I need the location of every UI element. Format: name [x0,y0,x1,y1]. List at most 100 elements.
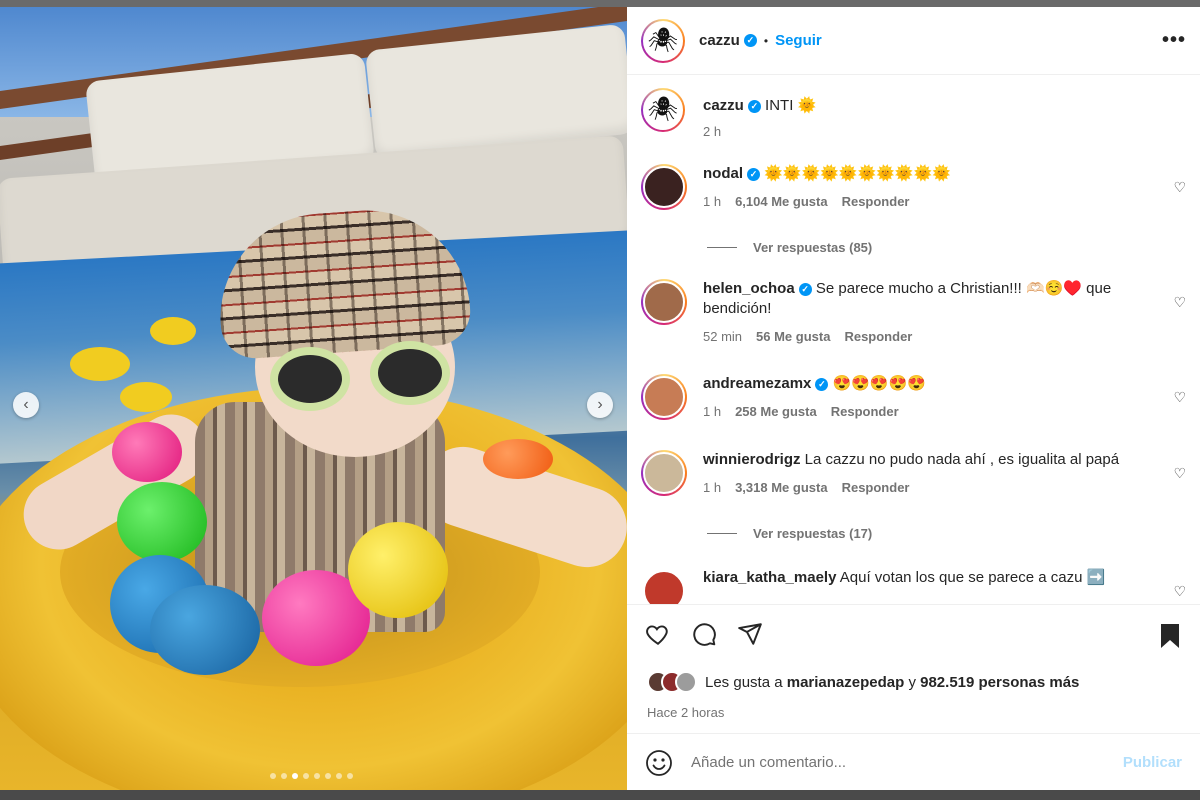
verified-badge-icon: ✓ [815,377,829,391]
carousel-indicator [270,773,353,779]
comment-likes[interactable]: 6,104 Me gusta [735,192,828,212]
header-separator: • [763,33,769,48]
comment-username[interactable]: helen_ochoa [703,280,795,297]
heart-icon[interactable]: ♡ [1173,583,1186,600]
carousel-dot [336,773,342,779]
bookmark-icon[interactable] [1158,623,1182,649]
carousel-dot [292,773,298,779]
heart-icon[interactable]: ♡ [1173,465,1186,482]
post-side-panel: 🕷 cazzu ✓ • Seguir ••• 🕷 cazzu ✓ INTI 🌞 2… [627,7,1200,790]
comment-body: winnierodrigz La cazzu no pudo nada ahí … [703,450,1143,498]
carousel-dot [281,773,287,779]
photo-lens [370,341,450,405]
publish-button[interactable]: Publicar [1123,754,1182,771]
commenter-avatar[interactable] [641,568,687,604]
caption-text: INTI 🌞 [765,97,817,114]
likes-text: Les gusta a marianazepedap y 982.519 per… [705,674,1079,691]
likes-count[interactable]: 982.519 personas más [920,674,1079,691]
share-icon[interactable] [737,621,763,647]
verified-badge-icon: ✓ [798,282,812,296]
comment-icon[interactable] [691,621,717,647]
likes-summary: Les gusta a marianazepedap y 982.519 per… [647,671,1079,693]
comment-text: La cazzu no pudo nada ahí , es igualita … [804,451,1120,468]
post-photo[interactable]: ‹ › [0,7,627,790]
comment-body: nodal ✓ 🌞🌞🌞🌞🌞🌞🌞🌞🌞🌞 1 h 6,104 Me gusta Res… [703,164,1143,212]
caption-body: cazzu ✓ INTI 🌞 2 h [703,96,816,139]
comment-item: nodal ✓ 🌞🌞🌞🌞🌞🌞🌞🌞🌞🌞 1 h 6,104 Me gusta Res… [641,164,1186,212]
comment-body: andreamezamx ✓ 😍😍😍😍😍 1 h 258 Me gusta Res… [703,374,1143,422]
photo-fish [150,317,196,345]
posted-time: Hace 2 horas [647,705,725,720]
heart-icon[interactable] [645,621,671,647]
comment-time: 1 h [703,404,722,419]
reply-button[interactable]: Responder [844,327,912,347]
post-caption: 🕷 cazzu ✓ INTI 🌞 2 h [641,88,816,139]
bottom-strip [0,790,1200,800]
view-replies-button[interactable]: Ver respuestas (17) [707,526,872,541]
view-replies-button[interactable]: Ver respuestas (85) [707,240,872,255]
comment-meta: 1 h 3,318 Me gusta Responder [703,478,1143,498]
top-strip [0,0,1200,7]
comment-username[interactable]: kiara_katha_maely [703,569,836,586]
emoji-icon[interactable] [645,749,673,777]
spider-avatar-icon: 🕷 [647,26,679,54]
photo-ball [348,522,448,618]
commenter-avatar[interactable] [641,164,687,210]
more-options-icon[interactable]: ••• [1162,29,1186,52]
comment-item: winnierodrigz La cazzu no pudo nada ahí … [641,450,1186,498]
carousel-prev-button[interactable]: ‹ [13,392,39,418]
comment-meta: 52 min 56 Me gusta Responder [703,327,1143,347]
author-username[interactable]: cazzu [699,32,740,49]
photo-ball [112,422,182,482]
comment-likes[interactable]: 258 Me gusta [735,402,817,422]
likes-user[interactable]: marianazepedap [787,674,905,691]
likes-prefix: Les gusta a [705,673,783,691]
comment-body: kiara_katha_maely Aquí votan los que se … [703,568,1143,604]
comment-item: andreamezamx ✓ 😍😍😍😍😍 1 h 258 Me gusta Res… [641,374,1186,422]
comment-meta: 1 h 6,104 Me gusta Responder [703,192,1143,212]
author-avatar[interactable]: 🕷 [641,18,685,63]
add-comment-bar: Publicar [627,733,1200,791]
carousel-dot [270,773,276,779]
commenter-avatar[interactable] [641,279,687,325]
chevron-right-icon: › [597,396,603,413]
heart-icon[interactable]: ♡ [1173,294,1186,311]
comments-list[interactable]: 🕷 cazzu ✓ INTI 🌞 2 h nodal ✓ 🌞🌞🌞🌞🌞🌞🌞🌞🌞🌞 1 … [627,76,1200,604]
carousel-dot [325,773,331,779]
carousel-next-button[interactable]: › [587,392,613,418]
liker-avatar[interactable] [675,671,697,693]
verified-badge-icon: ✓ [747,167,760,181]
comment-username[interactable]: winnierodrigz [703,451,801,468]
comment-likes[interactable]: 56 Me gusta [756,327,830,347]
comment-username[interactable]: andreamezamx [703,375,811,392]
comment-item: helen_ochoa ✓ Se parece mucho a Christian… [641,279,1186,347]
comment-body: helen_ochoa ✓ Se parece mucho a Christian… [703,279,1143,347]
heart-icon[interactable]: ♡ [1173,179,1186,196]
comment-username[interactable]: nodal [703,165,743,182]
commenter-avatar[interactable] [641,374,687,420]
comment-time: 1 h [703,480,722,495]
verified-badge-icon: ✓ [743,34,757,47]
spider-avatar-icon: 🕷 [647,96,679,123]
action-icons [645,621,763,647]
comment-input[interactable] [691,754,1091,771]
follow-button[interactable]: Seguir [775,32,822,49]
reply-button[interactable]: Responder [831,402,899,422]
carousel-dot [303,773,309,779]
comment-item: kiara_katha_maely Aquí votan los que se … [641,568,1186,604]
carousel-dot [314,773,320,779]
comment-time: 52 min [703,329,743,344]
photo-ball [117,482,207,562]
chevron-left-icon: ‹ [23,396,29,413]
verified-badge-icon: ✓ [747,99,761,113]
comment-likes[interactable]: 3,318 Me gusta [735,478,828,498]
comment-meta: 1 h 258 Me gusta Responder [703,402,1143,422]
post-actions: Les gusta a marianazepedap y 982.519 per… [627,604,1200,790]
commenter-avatar[interactable] [641,450,687,496]
reply-button[interactable]: Responder [842,478,910,498]
heart-icon[interactable]: ♡ [1173,389,1186,406]
caption-avatar[interactable]: 🕷 [641,88,685,132]
reply-button[interactable]: Responder [842,192,910,212]
caption-username[interactable]: cazzu [703,97,744,114]
comment-text: Aquí votan los que se parece a cazu ➡️ [839,569,1106,586]
